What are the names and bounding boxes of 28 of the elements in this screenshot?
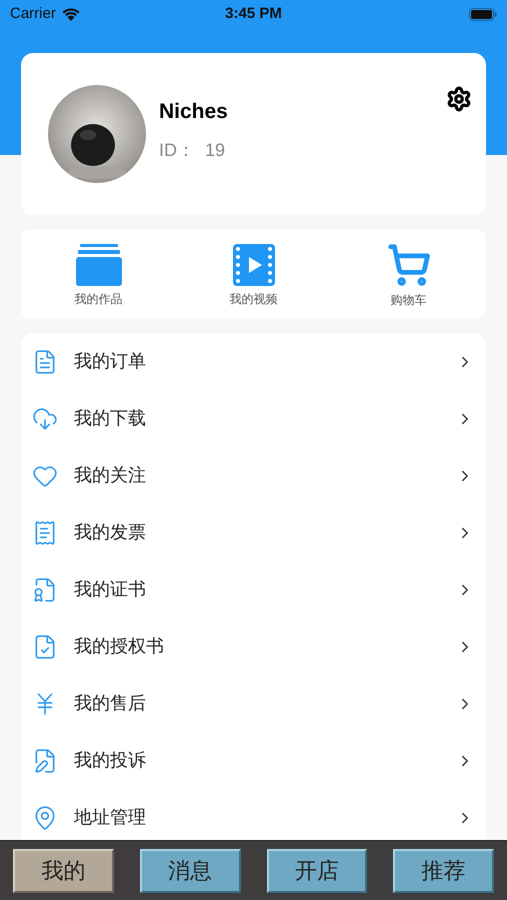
menu-item[interactable]: 我的订单 bbox=[21, 333, 486, 390]
menu-item[interactable]: 地址管理 bbox=[21, 789, 486, 840]
menu-item[interactable]: 我的下载 bbox=[21, 390, 486, 447]
user-name: Niches bbox=[159, 98, 228, 125]
menu-item[interactable]: 我的售后 bbox=[21, 675, 486, 732]
carrier-label: Carrier bbox=[10, 4, 56, 24]
settings-button[interactable] bbox=[446, 86, 472, 112]
tab-button[interactable]: 推荐 bbox=[393, 848, 494, 892]
settings-icon bbox=[446, 86, 472, 112]
menu-item[interactable]: 我的关注 bbox=[21, 447, 486, 504]
tab-button[interactable]: 我的 bbox=[13, 848, 114, 892]
menu-item[interactable]: 我的发票 bbox=[21, 504, 486, 561]
film-play-icon bbox=[232, 244, 274, 286]
menu-item[interactable]: 我的授权书 bbox=[21, 618, 486, 675]
menu-item[interactable]: 我的证书 bbox=[21, 561, 486, 618]
shortcut-button[interactable]: 我的作品 bbox=[21, 240, 176, 308]
menu-item[interactable]: 我的投诉 bbox=[21, 732, 486, 789]
tab-button[interactable]: 消息 bbox=[140, 848, 240, 892]
clock-time: 3:45 PM bbox=[225, 4, 282, 24]
cloud-download-icon bbox=[32, 406, 58, 432]
cart-icon bbox=[386, 243, 430, 287]
wifi-icon bbox=[62, 8, 80, 20]
stack-icon bbox=[76, 244, 122, 286]
shortcut-button[interactable]: 购物车 bbox=[331, 239, 486, 309]
tab-button[interactable]: 开店 bbox=[266, 848, 368, 892]
battery-icon bbox=[469, 8, 497, 20]
user-id: ID： 19 bbox=[159, 139, 226, 162]
shortcut-button[interactable]: 我的视频 bbox=[176, 240, 331, 308]
